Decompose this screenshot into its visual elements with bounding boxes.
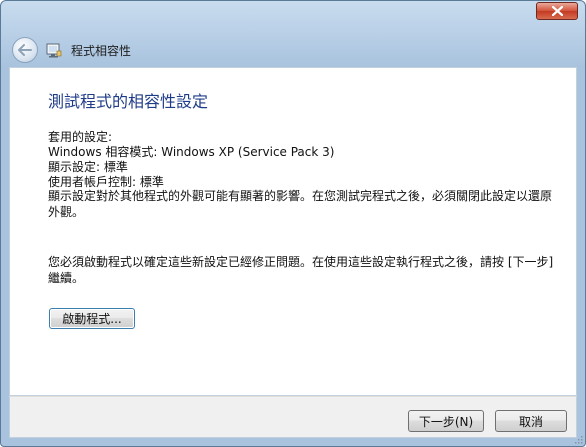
back-arrow-icon (18, 44, 32, 56)
next-button[interactable]: 下一步(N) (408, 410, 484, 432)
page-heading: 測試程式的相容性設定 (48, 92, 209, 111)
button-bar: 下一步(N) 取消 (9, 396, 577, 438)
resize-grip-icon[interactable] (573, 434, 583, 444)
wizard-window: 程式相容性 測試程式的相容性設定 套用的設定: Windows 相容模式: Wi… (0, 0, 586, 447)
navigation-bar: 程式相容性 (1, 35, 585, 67)
program-compatibility-icon (46, 43, 62, 58)
back-button[interactable] (12, 37, 38, 63)
launch-program-button[interactable]: 啟動程式... (49, 308, 135, 329)
instruction-text: 您必須啟動程式以確定這些新設定已經修正問題。在使用這些設定執行程式之後，請按 [… (48, 255, 554, 285)
cancel-button[interactable]: 取消 (495, 410, 567, 432)
window-title: 程式相容性 (71, 44, 132, 58)
close-button[interactable] (536, 2, 578, 20)
content-panel: 測試程式的相容性設定 套用的設定: Windows 相容模式: Windows … (9, 67, 577, 396)
close-icon (551, 6, 563, 16)
display-note-text: 顯示設定對於其他程式的外觀可能有顯著的影響。在您測試完程式之後，必須關閉此設定以… (48, 189, 553, 219)
